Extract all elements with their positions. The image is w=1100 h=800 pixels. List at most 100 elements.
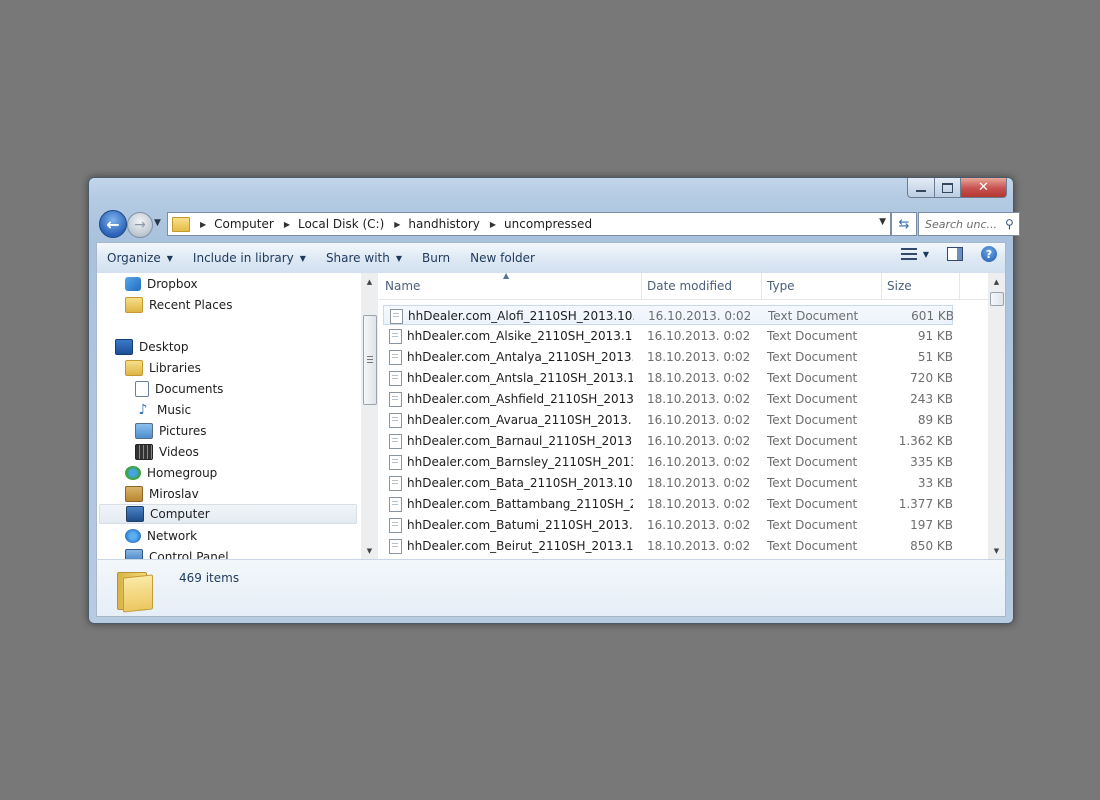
chevron-down-icon: ▼ (299, 253, 306, 263)
item-count: 469 items (179, 571, 240, 585)
file-row[interactable]: hhDealer.com_Antalya_2110SH_2013.10.1...… (383, 347, 953, 367)
file-row[interactable]: hhDealer.com_Bata_2110SH_2013.10.17_0...… (383, 473, 953, 493)
breadcrumb-separator-icon[interactable]: ▶ (490, 220, 496, 229)
file-size: 1.362 KB (898, 434, 953, 448)
file-type: Text Document (767, 518, 858, 532)
column-header-type[interactable]: Type (761, 273, 881, 299)
help-icon[interactable]: ? (981, 246, 997, 262)
include-in-library-button[interactable]: Include in library ▼ (183, 246, 316, 270)
file-row[interactable]: hhDealer.com_Alsike_2110SH_2013.10.15...… (383, 326, 953, 346)
file-date: 18.10.2013. 0:02 (647, 476, 751, 490)
search-input[interactable] (919, 216, 1003, 232)
breadcrumb-computer[interactable]: Computer (214, 217, 274, 231)
burn-button[interactable]: Burn (412, 246, 460, 270)
column-header-name[interactable]: Name (379, 273, 641, 299)
text-document-icon (389, 497, 402, 512)
column-header-date[interactable]: Date modified (641, 273, 761, 299)
breadcrumb-separator-icon[interactable]: ▶ (200, 220, 206, 229)
file-name: hhDealer.com_Barnaul_2110SH_2013.10.1... (407, 434, 633, 448)
file-date: 18.10.2013. 0:02 (647, 539, 751, 553)
nav-item-label: Homegroup (147, 466, 218, 480)
nav-item-miroslav[interactable]: Miroslav (125, 484, 199, 504)
scroll-thumb[interactable] (990, 292, 1004, 306)
change-view-icon[interactable] (900, 248, 917, 260)
file-row[interactable]: hhDealer.com_Barnsley_2110SH_2013.10....… (383, 452, 953, 472)
file-type: Text Document (767, 434, 858, 448)
scroll-up-icon[interactable]: ▲ (361, 273, 378, 290)
navigation-scrollbar[interactable]: ▲ ▼ (361, 273, 378, 559)
file-row[interactable]: hhDealer.com_Ashfield_2110SH_2013.10....… (383, 389, 953, 409)
file-type: Text Document (767, 329, 858, 343)
file-name: hhDealer.com_Beirut_2110SH_2013.10.17... (407, 539, 633, 553)
breadcrumb-local-disk[interactable]: Local Disk (C:) (298, 217, 384, 231)
chevron-down-icon: ▼ (395, 253, 402, 263)
share-with-button[interactable]: Share with ▼ (316, 246, 412, 270)
text-document-icon (389, 329, 402, 344)
file-size: 601 KB (911, 309, 954, 323)
file-type: Text Document (768, 309, 859, 323)
nav-item-recent-places[interactable]: Recent Places (125, 295, 232, 315)
maximize-button[interactable] (935, 178, 961, 198)
music-icon: ♪ (138, 402, 148, 418)
refresh-button[interactable]: ⇆ (891, 212, 917, 236)
organize-label: Organize (107, 251, 161, 265)
preview-pane-icon[interactable] (947, 247, 963, 261)
organize-button[interactable]: Organize ▼ (97, 246, 183, 270)
nav-item-videos[interactable]: Videos (135, 442, 199, 462)
breadcrumb-separator-icon[interactable]: ▶ (394, 220, 400, 229)
file-row[interactable]: hhDealer.com_Battambang_2110SH_2013.... … (383, 494, 953, 514)
nav-item-network[interactable]: Network (125, 526, 197, 546)
file-row[interactable]: hhDealer.com_Antsla_2110SH_2013.10.17...… (383, 368, 953, 388)
nav-item-dropbox[interactable]: Dropbox (125, 274, 198, 294)
address-history-dropdown[interactable]: ▼ (879, 217, 886, 227)
scroll-thumb[interactable] (363, 315, 377, 405)
file-type: Text Document (767, 497, 858, 511)
recent-places-icon (125, 297, 143, 313)
nav-item-music[interactable]: ♪ Music (135, 400, 192, 420)
nav-item-homegroup[interactable]: Homegroup (125, 463, 217, 483)
file-size: 243 KB (910, 392, 953, 406)
nav-item-label: Pictures (159, 424, 207, 438)
close-button[interactable]: ✕ (961, 178, 1007, 198)
search-box: ⚲ (918, 212, 1020, 236)
file-row[interactable]: hhDealer.com_Batumi_2110SH_2013.10.1... … (383, 515, 953, 535)
nav-item-computer[interactable]: Computer (99, 504, 357, 524)
nav-item-label: Network (147, 529, 198, 543)
homegroup-icon (125, 466, 141, 480)
column-header-size[interactable]: Size (881, 273, 959, 299)
breadcrumb-uncompressed[interactable]: uncompressed (504, 217, 592, 231)
minimize-icon (916, 189, 926, 192)
nav-item-desktop[interactable]: Desktop (115, 337, 189, 357)
file-row[interactable]: hhDealer.com_Avarua_2110SH_2013.10.1... … (383, 410, 953, 430)
recent-pages-dropdown[interactable]: ▼ (154, 218, 161, 228)
minimize-button[interactable] (907, 178, 935, 198)
folder-large-icon (117, 568, 153, 613)
nav-item-libraries[interactable]: Libraries (125, 358, 201, 378)
scroll-down-icon[interactable]: ▼ (361, 542, 378, 559)
address-bar[interactable]: ▶ Computer ▶ Local Disk (C:) ▶ handhisto… (167, 212, 891, 236)
view-options-dropdown[interactable]: ▼ (923, 250, 929, 259)
nav-item-label: Control Panel (149, 550, 229, 559)
file-row[interactable]: hhDealer.com_Barnaul_2110SH_2013.10.1...… (383, 431, 953, 451)
new-folder-button[interactable]: New folder (460, 246, 545, 270)
text-document-icon (389, 434, 402, 449)
file-row[interactable]: hhDealer.com_Beirut_2110SH_2013.10.17...… (383, 536, 953, 556)
text-document-icon (389, 455, 402, 470)
file-list-scrollbar[interactable]: ▲ ▼ (988, 273, 1005, 559)
nav-item-label: Libraries (149, 361, 201, 375)
nav-item-pictures[interactable]: Pictures (135, 421, 207, 441)
text-document-icon (389, 350, 402, 365)
file-row[interactable]: hhDealer.com_Alofi_2110SH_2013.10.15_...… (383, 305, 954, 325)
search-icon[interactable]: ⚲ (1005, 217, 1014, 231)
text-document-icon (389, 518, 402, 533)
file-size: 89 KB (917, 413, 953, 427)
back-button[interactable]: ← (99, 210, 127, 238)
breadcrumb-handhistory[interactable]: handhistory (408, 217, 479, 231)
nav-item-control-panel[interactable]: Control Panel (125, 547, 229, 559)
file-type: Text Document (767, 476, 858, 490)
nav-item-documents[interactable]: Documents (135, 379, 223, 399)
scroll-down-icon[interactable]: ▼ (988, 542, 1005, 559)
forward-button[interactable]: → (127, 212, 153, 238)
scroll-up-icon[interactable]: ▲ (988, 273, 1005, 290)
breadcrumb-separator-icon[interactable]: ▶ (284, 220, 290, 229)
